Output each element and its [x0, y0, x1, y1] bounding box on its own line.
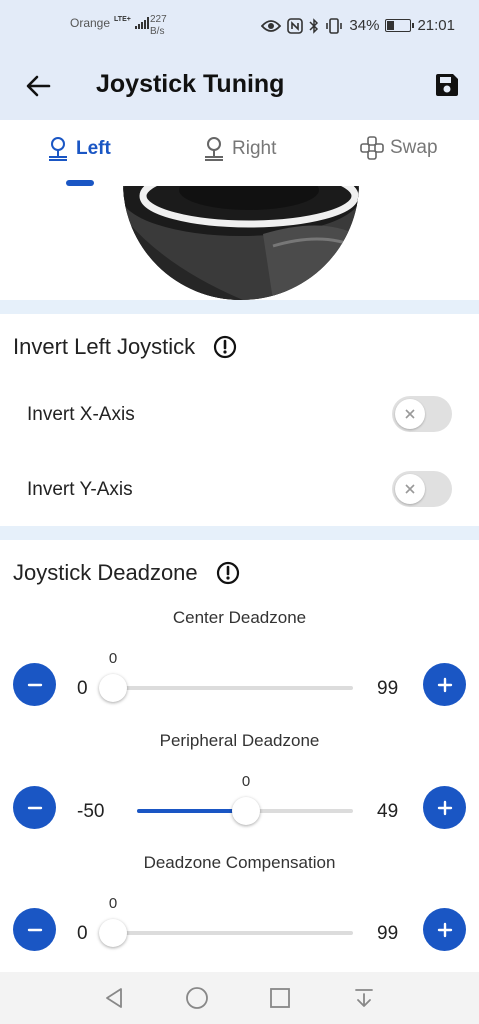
network-speed: 227 B/s	[150, 14, 167, 37]
tab-label: Right	[232, 138, 277, 159]
center-deadzone-increase-button[interactable]	[423, 663, 466, 706]
center-deadzone-min: 0	[77, 678, 88, 699]
plus-icon	[437, 800, 452, 815]
deadzone-compensation-max: 99	[377, 923, 399, 944]
joystick-icon	[49, 137, 67, 161]
joystick-icon	[205, 137, 223, 161]
deadzone-section-title: Joystick Deadzone	[13, 560, 240, 586]
system-nav-bar	[0, 972, 479, 1024]
peripheral-deadzone-decrease-button[interactable]	[13, 786, 56, 829]
info-icon[interactable]	[216, 561, 240, 585]
close-icon	[405, 484, 415, 494]
slider-thumb[interactable]	[99, 674, 127, 702]
nav-home-button[interactable]	[182, 984, 212, 1012]
recents-square-icon	[270, 988, 290, 1008]
app-bar: Joystick Tuning	[0, 56, 479, 120]
invert-x-label: Invert X-Axis	[27, 404, 135, 425]
center-deadzone-title: Center Deadzone	[172, 608, 307, 627]
nav-notification-button[interactable]	[349, 984, 379, 1012]
bluetooth-icon	[309, 17, 319, 34]
invert-y-label: Invert Y-Axis	[27, 479, 133, 500]
tab-left[interactable]: Left	[46, 136, 111, 162]
network-type: LTE+	[114, 16, 131, 23]
slider-value: 0	[108, 895, 118, 912]
tab-label: Swap	[390, 137, 438, 158]
battery-icon	[385, 19, 415, 32]
minus-icon	[27, 806, 42, 809]
close-icon	[405, 409, 415, 419]
nfc-icon	[287, 17, 304, 34]
deadzone-compensation-decrease-button[interactable]	[13, 908, 56, 951]
slider-value: 0	[241, 773, 251, 790]
invert-x-toggle[interactable]	[392, 396, 452, 432]
slider-fill	[137, 809, 247, 813]
peripheral-deadzone-min: -50	[77, 801, 105, 822]
deadzone-compensation-increase-button[interactable]	[423, 908, 466, 951]
signal-icon	[134, 17, 149, 29]
vibrate-icon	[326, 17, 343, 34]
page-title: Joystick Tuning	[96, 70, 285, 98]
tab-swap[interactable]: Swap	[360, 136, 438, 160]
tab-label: Left	[76, 138, 111, 159]
tab-right[interactable]: Right	[202, 136, 276, 162]
section-divider	[0, 300, 479, 314]
minus-icon	[27, 683, 42, 686]
deadzone-compensation-min: 0	[77, 923, 88, 944]
center-deadzone-decrease-button[interactable]	[13, 663, 56, 706]
section-divider	[0, 526, 479, 540]
floppy-disk-icon	[436, 74, 458, 96]
plus-icon	[437, 677, 452, 692]
back-triangle-icon	[106, 988, 122, 1008]
status-bar: Orange LTE+ 227 B/s 34% 21:01	[0, 0, 479, 56]
save-button[interactable]	[428, 66, 466, 104]
back-button[interactable]	[20, 68, 56, 104]
system-icons: 34% 21:01	[261, 17, 455, 34]
peripheral-deadzone-slider[interactable]: 0	[137, 773, 353, 825]
slider-thumb[interactable]	[99, 919, 127, 947]
battery-percent: 34%	[349, 17, 380, 34]
network-status: Orange LTE+	[70, 16, 149, 30]
controller-image-area	[0, 186, 479, 300]
center-deadzone-max: 99	[377, 678, 399, 699]
eye-icon	[261, 19, 282, 32]
notification-pull-icon	[355, 989, 373, 1007]
deadzone-compensation-slider[interactable]: 0	[99, 895, 353, 947]
home-circle-icon	[186, 987, 208, 1009]
minus-icon	[27, 928, 42, 931]
peripheral-deadzone-increase-button[interactable]	[423, 786, 466, 829]
plus-icon	[437, 922, 452, 937]
invert-y-toggle[interactable]	[392, 471, 452, 507]
peripheral-deadzone-max: 49	[377, 801, 399, 822]
toggle-knob	[395, 474, 425, 504]
nav-recents-button[interactable]	[265, 984, 295, 1012]
gamepad-swap-icon	[360, 136, 384, 160]
slider-value: 0	[108, 650, 118, 667]
carrier-name: Orange	[70, 16, 111, 30]
controller-joystick-image	[123, 186, 359, 300]
arrow-left-icon	[26, 75, 51, 97]
toggle-knob	[395, 399, 425, 429]
info-icon[interactable]	[213, 335, 237, 359]
center-deadzone-slider[interactable]: 0	[99, 650, 353, 702]
nav-back-button[interactable]	[99, 984, 129, 1012]
slider-thumb[interactable]	[232, 797, 261, 825]
deadzone-compensation-title: Deadzone Compensation	[143, 853, 336, 872]
peripheral-deadzone-title: Peripheral Deadzone	[159, 731, 320, 750]
invert-section-title: Invert Left Joystick	[13, 334, 237, 360]
clock: 21:01	[417, 17, 455, 34]
